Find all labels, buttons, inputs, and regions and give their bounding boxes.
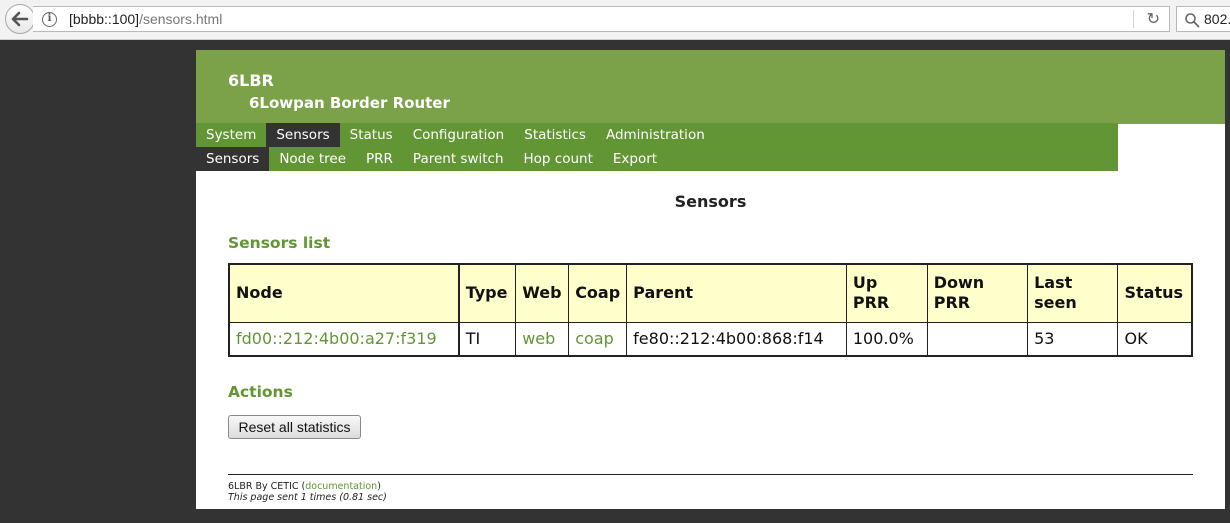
- table-header-row: Node Type Web Coap Parent Up PRR Down PRR Last see…: [228, 263, 1193, 323]
- cell-down-prr: [926, 321, 1029, 357]
- documentation-link[interactable]: documentation: [305, 481, 377, 492]
- sensors-list-heading: Sensors list: [228, 234, 331, 252]
- nav-main-item-administration[interactable]: Administration: [596, 123, 715, 147]
- cell-coap[interactable]: coap: [568, 321, 628, 357]
- page-title: Sensors: [674, 192, 747, 211]
- column-header-web: Web: [515, 263, 570, 323]
- url-text[interactable]: [bbbb::100]/sensors.html: [69, 11, 222, 27]
- column-header-text: PRR: [852, 293, 890, 313]
- actions-heading: Actions: [228, 383, 293, 401]
- column-header-text: Web: [522, 283, 562, 303]
- column-header-text: PRR: [933, 293, 971, 313]
- up-prr-value: 100.0%: [852, 329, 914, 349]
- column-header-text: Node: [236, 283, 283, 303]
- browser-toolbar: i [bbbb::100]/sensors.html ↻ 802.15.4: [0, 0, 1230, 40]
- search-bar[interactable]: 802.15.4: [1176, 6, 1230, 32]
- address-divider: [1133, 10, 1134, 28]
- cell-last-seen: 53: [1027, 321, 1119, 357]
- footer-divider: [228, 474, 1193, 475]
- cell-type: TI: [458, 321, 517, 357]
- site-subtitle: 6Lowpan Border Router: [249, 94, 450, 112]
- footer-sent-info: This page sent 1 times (0.81 sec): [228, 492, 387, 503]
- column-header-type: Type: [458, 263, 517, 323]
- sensors-table: Node Type Web Coap Parent Up PRR Down PRR Last see…: [228, 263, 1193, 357]
- nav-main-item-sensors[interactable]: Sensors: [266, 123, 340, 147]
- nav-main-item-system[interactable]: System: [196, 123, 266, 147]
- cell-node[interactable]: fd00::212:4b00:a27:f319: [228, 321, 460, 357]
- cell-parent: fe80::212:4b00:868:f14: [626, 321, 847, 357]
- web-link[interactable]: web: [522, 329, 555, 348]
- column-header-up-prr: Up PRR: [845, 263, 928, 323]
- status-value: OK: [1124, 329, 1148, 349]
- nav-sub-item-hop-count[interactable]: Hop count: [514, 147, 603, 171]
- table-row: fd00::212:4b00:a27:f319 TI web coap fe80::21…: [228, 321, 1193, 357]
- column-header-text: Coap: [575, 283, 621, 303]
- column-header-parent: Parent: [626, 263, 847, 323]
- column-header-text: Type: [465, 283, 508, 303]
- column-header-text: Last: [1034, 273, 1073, 293]
- column-header-text: seen: [1034, 293, 1077, 313]
- column-header-status: Status: [1117, 263, 1193, 323]
- main-nav: System Sensors Status Configuration Statisti…: [196, 123, 715, 147]
- column-header-last-seen: Last seen: [1027, 263, 1119, 323]
- nav-main-item-statistics[interactable]: Statistics: [514, 123, 596, 147]
- nav-sub-item-sensors[interactable]: Sensors: [196, 147, 270, 171]
- search-input[interactable]: 802.15.4: [1204, 11, 1230, 27]
- address-bar[interactable]: i [bbbb::100]/sensors.html ↻: [33, 6, 1170, 32]
- last-seen-value: 53: [1034, 329, 1055, 349]
- site-header: 6LBR 6Lowpan Border Router: [196, 50, 1225, 124]
- nav-main-item-configuration[interactable]: Configuration: [403, 123, 515, 147]
- reset-all-statistics-button[interactable]: Reset all statistics: [228, 415, 361, 439]
- table-body: fd00::212:4b00:a27:f319 TI web coap fe80::21…: [228, 321, 1193, 357]
- nav-sub-item-export[interactable]: Export: [603, 147, 667, 171]
- coap-link[interactable]: coap: [575, 329, 614, 348]
- nav-sub-item-prr[interactable]: PRR: [356, 147, 403, 171]
- back-button[interactable]: [5, 4, 35, 34]
- navigation: System Sensors Status Configuration Statisti…: [196, 123, 1118, 171]
- parent-value: fe80::212:4b00:868:f14: [633, 329, 824, 349]
- search-icon: [1185, 13, 1200, 28]
- page: 6LBR 6Lowpan Border Router System Sensors…: [196, 50, 1225, 509]
- url-host: [bbbb::100]: [69, 11, 140, 27]
- url-path: /sensors.html: [139, 11, 223, 27]
- column-header-text: Parent: [633, 283, 694, 303]
- footer-credit-close: ): [377, 481, 381, 492]
- column-header-coap: Coap: [568, 263, 628, 323]
- cell-status: OK: [1117, 321, 1193, 357]
- type-value: TI: [465, 329, 481, 349]
- nav-main-item-status[interactable]: Status: [340, 123, 403, 147]
- column-header-text: Status: [1124, 283, 1183, 303]
- cell-web[interactable]: web: [515, 321, 570, 357]
- sub-nav: Sensors Node tree PRR Parent switch Hop coun…: [196, 147, 667, 171]
- nav-sub-item-node-tree[interactable]: Node tree: [269, 147, 356, 171]
- column-header-text: Down: [933, 273, 985, 293]
- footer-credit-text: 6LBR By CETIC (: [228, 481, 306, 492]
- footer-credit: 6LBR By CETIC (documentation): [228, 481, 381, 492]
- column-header-node: Node: [228, 263, 460, 323]
- column-header-text: Up: [852, 273, 878, 293]
- nav-sub-item-parent-switch[interactable]: Parent switch: [403, 147, 514, 171]
- reload-icon[interactable]: ↻: [1147, 9, 1160, 29]
- node-link[interactable]: fd00::212:4b00:a27:f319: [236, 329, 437, 348]
- back-arrow-icon: [11, 11, 29, 27]
- site-title: 6LBR: [228, 71, 274, 90]
- info-icon[interactable]: i: [42, 12, 57, 27]
- column-header-down-prr: Down PRR: [926, 263, 1029, 323]
- cell-up-prr: 100.0%: [845, 321, 928, 357]
